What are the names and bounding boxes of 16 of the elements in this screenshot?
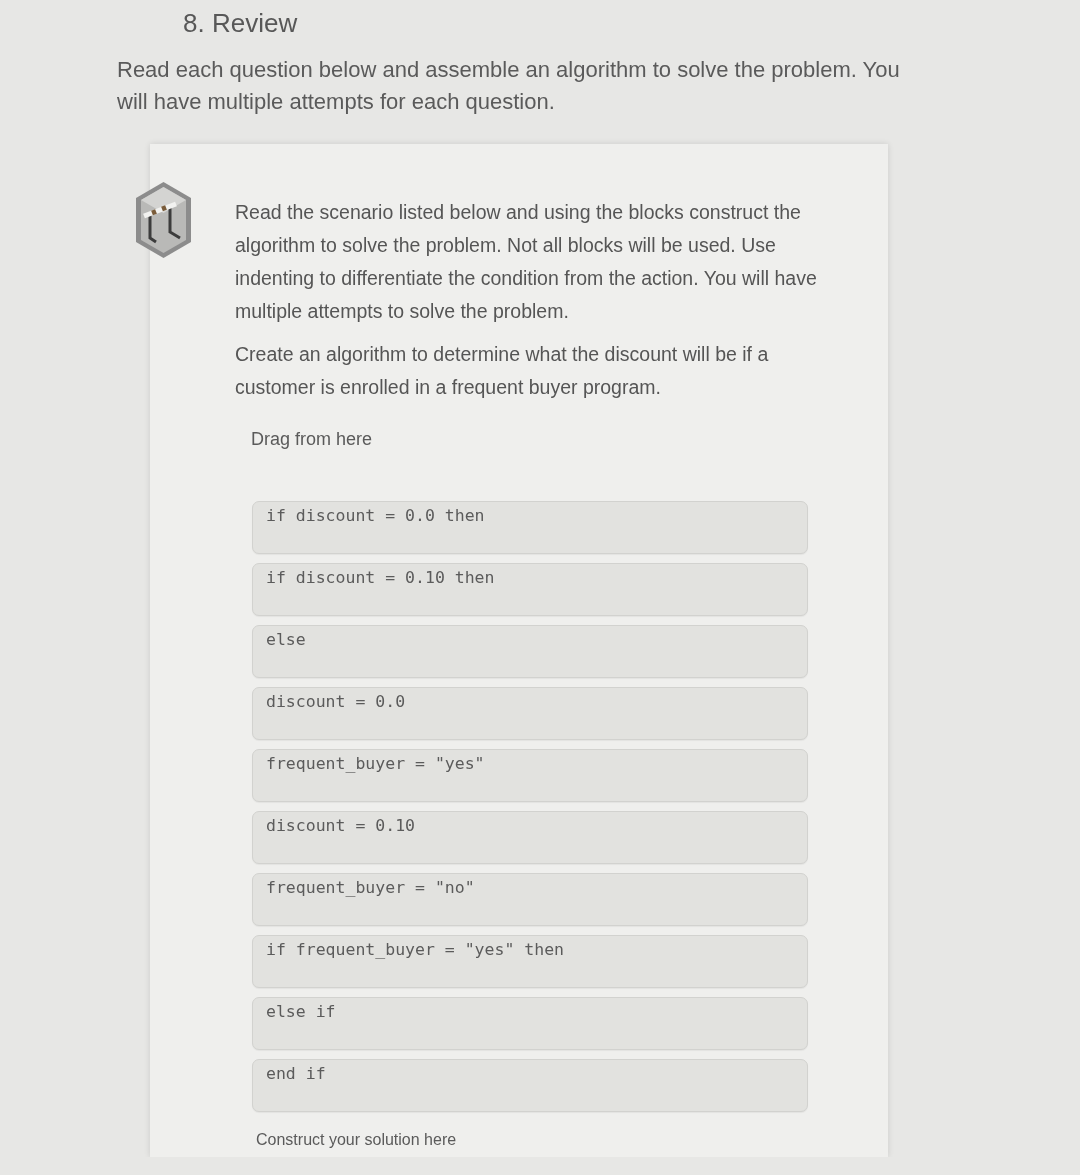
code-block[interactable]: else if bbox=[252, 997, 808, 1050]
source-area-label: Drag from here bbox=[251, 428, 374, 451]
code-block[interactable]: discount = 0.10 bbox=[252, 811, 808, 864]
code-block[interactable]: if discount = 0.10 then bbox=[252, 563, 808, 616]
instructions-text: Read the scenario listed below and using the blocks construct the algorithm to solve the problem. Not all blocks will be used. Use indenting to differentiate the condition from the action. You will have multiple attempts to solve the problem. bbox=[235, 200, 818, 324]
code-block[interactable]: if frequent_buyer = "yes" then bbox=[252, 935, 808, 988]
intro-text: Read each question below and assemble an algorithm to solve the problem. You will have multiple attempts for each question. bbox=[117, 56, 901, 116]
code-block[interactable]: frequent_buyer = "no" bbox=[252, 873, 808, 926]
code-block[interactable]: else bbox=[252, 625, 808, 678]
code-block[interactable]: frequent_buyer = "yes" bbox=[252, 749, 808, 802]
target-area-label: Construct your solution here bbox=[256, 1130, 458, 1150]
code-block[interactable]: discount = 0.0 bbox=[252, 687, 808, 740]
code-block[interactable]: if discount = 0.0 then bbox=[252, 501, 808, 554]
section-heading: 8. Review bbox=[183, 7, 299, 40]
scenario-text: Create an algorithm to determine what the discount will be if a customer is enrolled in a frequent buyer program. bbox=[235, 342, 770, 400]
code-block[interactable]: end if bbox=[252, 1059, 808, 1112]
